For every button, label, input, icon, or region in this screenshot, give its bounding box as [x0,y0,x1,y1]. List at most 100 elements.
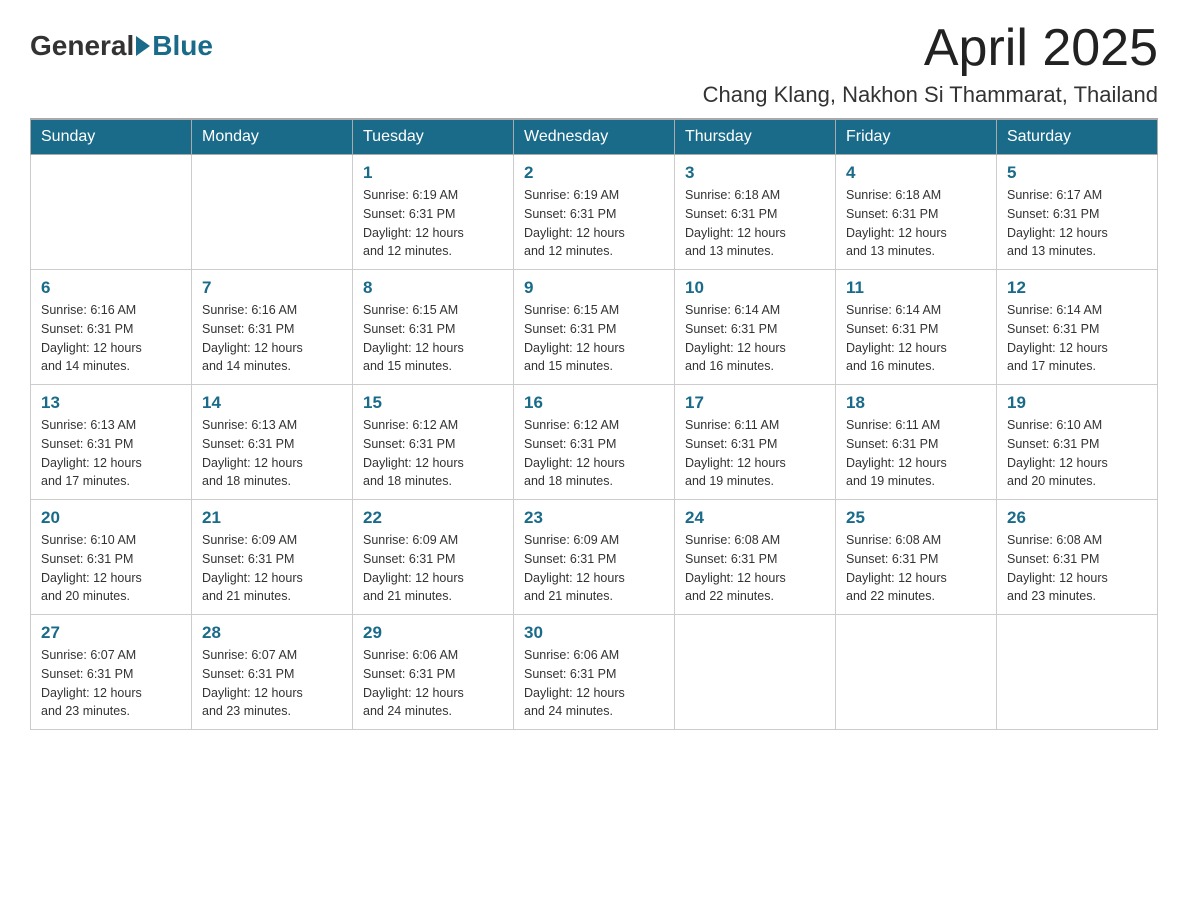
day-info: Sunrise: 6:14 AMSunset: 6:31 PMDaylight:… [846,301,986,376]
day-info: Sunrise: 6:10 AMSunset: 6:31 PMDaylight:… [41,531,181,606]
day-number: 15 [363,393,503,413]
calendar-cell [192,155,353,270]
calendar-cell: 12 Sunrise: 6:14 AMSunset: 6:31 PMDayligh… [997,270,1158,385]
calendar-cell: 6 Sunrise: 6:16 AMSunset: 6:31 PMDaylight… [31,270,192,385]
calendar-cell [836,615,997,730]
day-info: Sunrise: 6:16 AMSunset: 6:31 PMDaylight:… [202,301,342,376]
calendar-cell: 28Sunrise: 6:07 AMSunset: 6:31 PMDayligh… [192,615,353,730]
day-number: 6 [41,278,181,298]
day-info: Sunrise: 6:15 AMSunset: 6:31 PMDaylight:… [363,301,503,376]
day-number: 8 [363,278,503,298]
day-info: Sunrise: 6:18 AMSunset: 6:31 PMDaylight:… [846,186,986,261]
calendar-cell: 23 Sunrise: 6:09 AMSunset: 6:31 PMDayligh… [514,500,675,615]
month-year-title: April 2025 [703,20,1158,77]
day-number: 14 [202,393,342,413]
calendar-header-sunday: Sunday [31,119,192,155]
calendar-cell: 24Sunrise: 6:08 AMSunset: 6:31 PMDayligh… [675,500,836,615]
calendar-cell: 30 Sunrise: 6:06 AMSunset: 6:31 PMDayligh… [514,615,675,730]
calendar-week-row: 27 Sunrise: 6:07 AMSunset: 6:31 PMDayligh… [31,615,1158,730]
calendar-header-tuesday: Tuesday [353,119,514,155]
calendar-cell: 5 Sunrise: 6:17 AMSunset: 6:31 PMDaylight… [997,155,1158,270]
day-number: 23 [524,508,664,528]
day-number: 5 [1007,163,1147,183]
day-number: 22 [363,508,503,528]
day-number: 12 [1007,278,1147,298]
day-info: Sunrise: 6:08 AMSunset: 6:31 PMDaylight:… [685,531,825,606]
calendar-header-saturday: Saturday [997,119,1158,155]
day-number: 10 [685,278,825,298]
day-info: Sunrise: 6:09 AMSunset: 6:31 PMDaylight:… [524,531,664,606]
calendar-cell: 20 Sunrise: 6:10 AMSunset: 6:31 PMDayligh… [31,500,192,615]
calendar-cell: 17 Sunrise: 6:11 AMSunset: 6:31 PMDayligh… [675,385,836,500]
day-number: 20 [41,508,181,528]
day-info: Sunrise: 6:11 AMSunset: 6:31 PMDaylight:… [685,416,825,491]
day-info: Sunrise: 6:08 AMSunset: 6:31 PMDaylight:… [846,531,986,606]
calendar-body: 1 Sunrise: 6:19 AMSunset: 6:31 PMDaylight… [31,155,1158,730]
day-info: Sunrise: 6:16 AMSunset: 6:31 PMDaylight:… [41,301,181,376]
calendar-cell: 11 Sunrise: 6:14 AMSunset: 6:31 PMDayligh… [836,270,997,385]
calendar-cell: 15Sunrise: 6:12 AMSunset: 6:31 PMDayligh… [353,385,514,500]
day-info: Sunrise: 6:14 AMSunset: 6:31 PMDaylight:… [1007,301,1147,376]
day-info: Sunrise: 6:10 AMSunset: 6:31 PMDaylight:… [1007,416,1147,491]
day-info: Sunrise: 6:12 AMSunset: 6:31 PMDaylight:… [524,416,664,491]
calendar-cell: 22 Sunrise: 6:09 AMSunset: 6:31 PMDayligh… [353,500,514,615]
day-info: Sunrise: 6:19 AMSunset: 6:31 PMDaylight:… [363,186,503,261]
day-number: 25 [846,508,986,528]
calendar-cell: 10 Sunrise: 6:14 AMSunset: 6:31 PMDayligh… [675,270,836,385]
page-header: General Blue April 2025 Chang Klang, Nak… [30,20,1158,108]
day-number: 30 [524,623,664,643]
title-section: April 2025 Chang Klang, Nakhon Si Thamma… [703,20,1158,108]
calendar-cell: 29 Sunrise: 6:06 AMSunset: 6:31 PMDayligh… [353,615,514,730]
calendar-cell: 16 Sunrise: 6:12 AMSunset: 6:31 PMDayligh… [514,385,675,500]
calendar-cell: 1 Sunrise: 6:19 AMSunset: 6:31 PMDaylight… [353,155,514,270]
calendar-week-row: 13Sunrise: 6:13 AMSunset: 6:31 PMDayligh… [31,385,1158,500]
calendar-week-row: 6 Sunrise: 6:16 AMSunset: 6:31 PMDaylight… [31,270,1158,385]
calendar-cell: 19 Sunrise: 6:10 AMSunset: 6:31 PMDayligh… [997,385,1158,500]
calendar-table: SundayMondayTuesdayWednesdayThursdayFrid… [30,118,1158,730]
calendar-cell: 27 Sunrise: 6:07 AMSunset: 6:31 PMDayligh… [31,615,192,730]
day-number: 11 [846,278,986,298]
calendar-cell: 25 Sunrise: 6:08 AMSunset: 6:31 PMDayligh… [836,500,997,615]
calendar-cell: 7 Sunrise: 6:16 AMSunset: 6:31 PMDaylight… [192,270,353,385]
calendar-cell: 3Sunrise: 6:18 AMSunset: 6:31 PMDaylight… [675,155,836,270]
day-number: 18 [846,393,986,413]
day-number: 27 [41,623,181,643]
day-number: 7 [202,278,342,298]
day-number: 13 [41,393,181,413]
calendar-cell: 14Sunrise: 6:13 AMSunset: 6:31 PMDayligh… [192,385,353,500]
day-info: Sunrise: 6:09 AMSunset: 6:31 PMDaylight:… [363,531,503,606]
calendar-header-row: SundayMondayTuesdayWednesdayThursdayFrid… [31,119,1158,155]
day-number: 26 [1007,508,1147,528]
calendar-cell: 9Sunrise: 6:15 AMSunset: 6:31 PMDaylight… [514,270,675,385]
calendar-cell: 8 Sunrise: 6:15 AMSunset: 6:31 PMDaylight… [353,270,514,385]
calendar-header-thursday: Thursday [675,119,836,155]
day-info: Sunrise: 6:08 AMSunset: 6:31 PMDaylight:… [1007,531,1147,606]
day-info: Sunrise: 6:09 AMSunset: 6:31 PMDaylight:… [202,531,342,606]
calendar-week-row: 1 Sunrise: 6:19 AMSunset: 6:31 PMDaylight… [31,155,1158,270]
day-number: 16 [524,393,664,413]
calendar-cell: 26 Sunrise: 6:08 AMSunset: 6:31 PMDayligh… [997,500,1158,615]
day-number: 1 [363,163,503,183]
day-number: 19 [1007,393,1147,413]
day-info: Sunrise: 6:19 AMSunset: 6:31 PMDaylight:… [524,186,664,261]
calendar-week-row: 20 Sunrise: 6:10 AMSunset: 6:31 PMDayligh… [31,500,1158,615]
day-info: Sunrise: 6:14 AMSunset: 6:31 PMDaylight:… [685,301,825,376]
logo-general-text: General [30,30,134,62]
day-info: Sunrise: 6:06 AMSunset: 6:31 PMDaylight:… [524,646,664,721]
logo: General Blue [30,30,213,62]
day-info: Sunrise: 6:07 AMSunset: 6:31 PMDaylight:… [41,646,181,721]
day-info: Sunrise: 6:07 AMSunset: 6:31 PMDaylight:… [202,646,342,721]
day-number: 17 [685,393,825,413]
day-number: 9 [524,278,664,298]
day-info: Sunrise: 6:06 AMSunset: 6:31 PMDaylight:… [363,646,503,721]
calendar-header-wednesday: Wednesday [514,119,675,155]
calendar-cell: 2Sunrise: 6:19 AMSunset: 6:31 PMDaylight… [514,155,675,270]
calendar-header-friday: Friday [836,119,997,155]
day-info: Sunrise: 6:17 AMSunset: 6:31 PMDaylight:… [1007,186,1147,261]
calendar-cell [997,615,1158,730]
day-number: 29 [363,623,503,643]
logo-arrow-icon [136,36,150,56]
calendar-cell: 21Sunrise: 6:09 AMSunset: 6:31 PMDayligh… [192,500,353,615]
calendar-cell: 4Sunrise: 6:18 AMSunset: 6:31 PMDaylight… [836,155,997,270]
calendar-cell [675,615,836,730]
